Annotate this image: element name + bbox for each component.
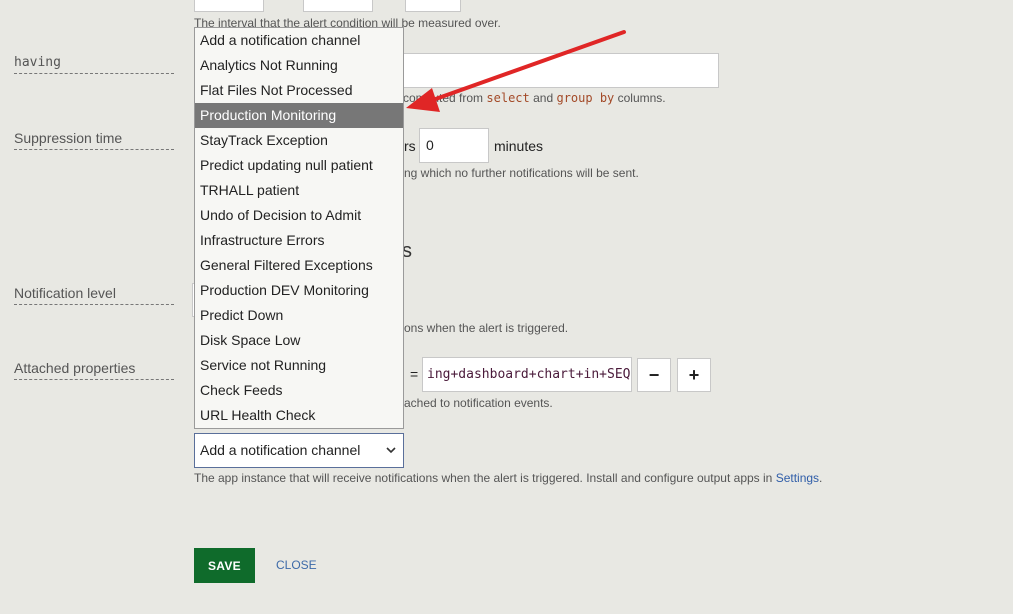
dropdown-option[interactable]: Predict updating null patient: [195, 153, 403, 178]
save-button[interactable]: SAVE: [194, 548, 255, 583]
having-label: having: [14, 55, 174, 74]
interval-extra-input[interactable]: [405, 0, 461, 12]
settings-link[interactable]: Settings: [776, 471, 819, 485]
equals-sign: =: [410, 366, 419, 382]
notification-level-help: ons when the alert is triggered.: [404, 321, 569, 335]
dropdown-option[interactable]: Check Feeds: [195, 378, 403, 403]
dropdown-option[interactable]: Service not Running: [195, 353, 403, 378]
having-help-prefix: computed from: [403, 91, 484, 105]
dropdown-option[interactable]: TRHALL patient: [195, 178, 403, 203]
channel-help-text: The app instance that will receive notif…: [194, 471, 773, 485]
dropdown-option[interactable]: Add a notification channel: [195, 28, 403, 53]
channel-help: The app instance that will receive notif…: [194, 471, 822, 485]
group-by-code: group by: [556, 91, 615, 105]
dropdown-option[interactable]: General Filtered Exceptions: [195, 253, 403, 278]
dropdown-option[interactable]: Undo of Decision to Admit: [195, 203, 403, 228]
suppression-input[interactable]: 0: [419, 128, 489, 163]
close-button[interactable]: CLOSE: [276, 558, 317, 572]
suppression-unit: minutes: [494, 138, 544, 154]
suppression-help: ng which no further notifications will b…: [404, 166, 639, 180]
notification-channel-select[interactable]: Add a notification channel: [194, 433, 404, 468]
interval-value-input[interactable]: [194, 0, 264, 12]
dropdown-option[interactable]: Analytics Not Running: [195, 53, 403, 78]
dropdown-option[interactable]: StayTrack Exception: [195, 128, 403, 153]
having-input[interactable]: [400, 53, 719, 88]
dropdown-option[interactable]: Production DEV Monitoring: [195, 278, 403, 303]
attached-properties-label: Attached properties: [14, 360, 174, 380]
notification-channel-value: Add a notification channel: [200, 442, 361, 458]
dropdown-option[interactable]: Predict Down: [195, 303, 403, 328]
suppression-unit-partial: rs: [404, 138, 416, 154]
interval-unit-input[interactable]: [303, 0, 373, 12]
property-value-input[interactable]: ing+dashboard+chart+in+SEQ: [422, 357, 632, 392]
dropdown-option[interactable]: Disk Space Low: [195, 328, 403, 353]
having-help-suffix: columns.: [617, 91, 666, 105]
notification-channel-dropdown[interactable]: Add a notification channel Analytics Not …: [194, 27, 404, 429]
having-help: computed from select and group by column…: [403, 91, 666, 105]
dropdown-option[interactable]: Infrastructure Errors: [195, 228, 403, 253]
add-property-button[interactable]: +: [677, 358, 711, 392]
dropdown-option[interactable]: URL Health Check: [195, 403, 403, 428]
remove-property-button[interactable]: −: [637, 358, 671, 392]
attached-help: ached to notification events.: [404, 396, 553, 410]
having-help-mid: and: [533, 91, 554, 105]
notification-level-label: Notification level: [14, 285, 174, 305]
channel-help-suffix: .: [819, 471, 823, 485]
dropdown-option[interactable]: Flat Files Not Processed: [195, 78, 403, 103]
suppression-time-label: Suppression time: [14, 130, 174, 150]
select-code: select: [486, 91, 530, 105]
dropdown-option[interactable]: Production Monitoring: [195, 103, 403, 128]
